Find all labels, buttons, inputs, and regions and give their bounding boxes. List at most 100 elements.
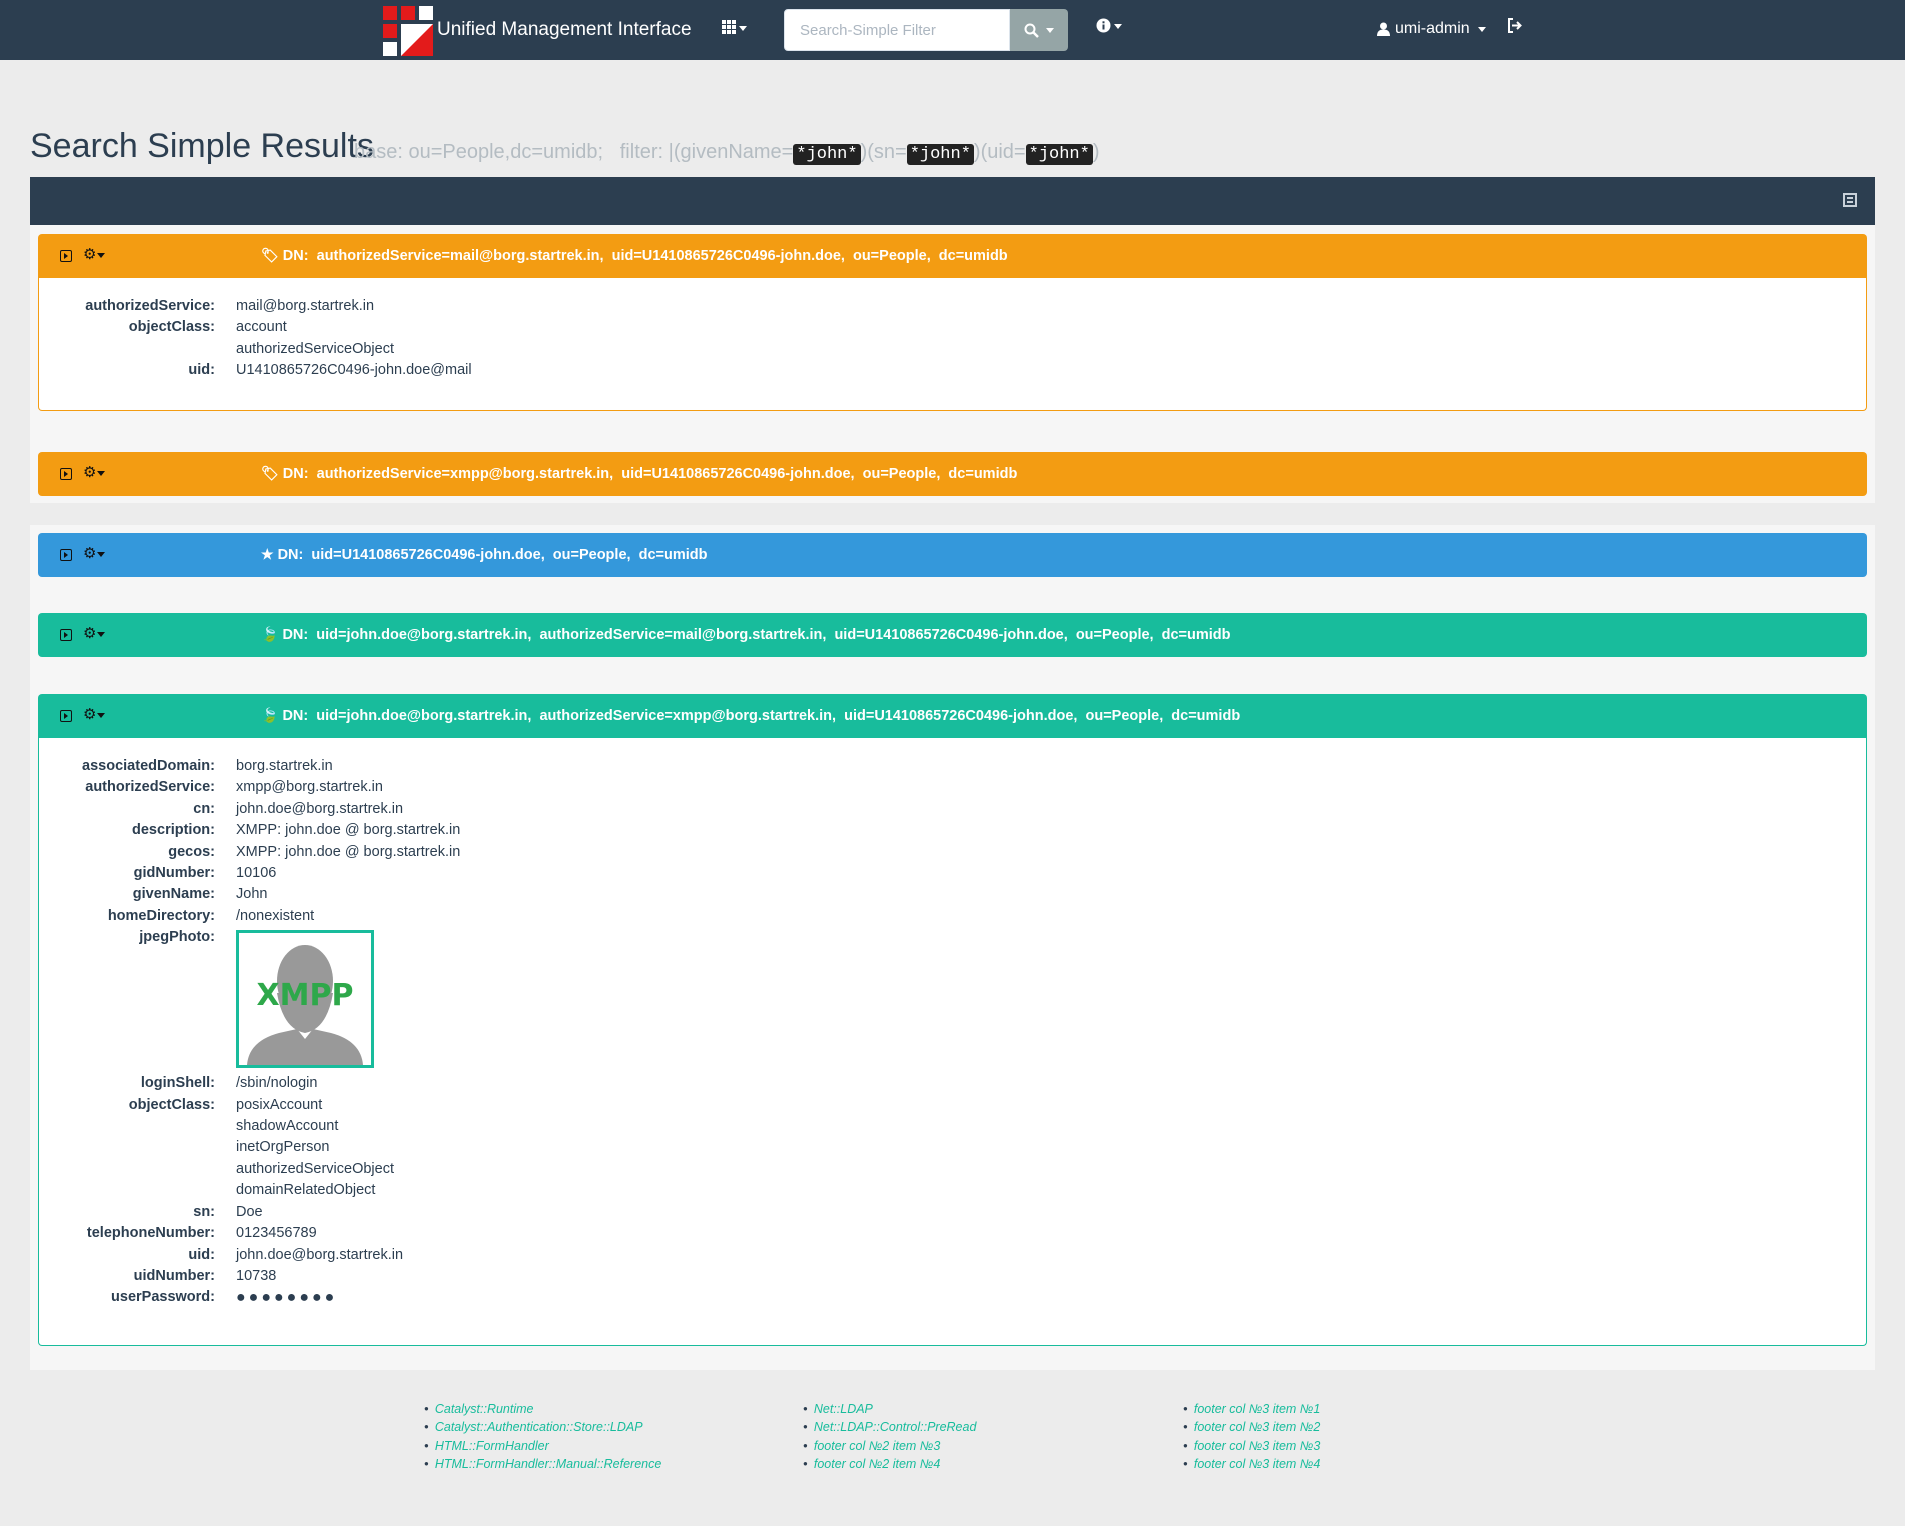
dn-label: DN: xyxy=(282,248,309,264)
dn-value: authorizedService=mail@borg.startrek.in,… xyxy=(316,248,1008,264)
attr-key: uid: xyxy=(188,362,215,379)
list-view-icon[interactable] xyxy=(1843,193,1857,207)
entry-wrapper: ⚙ 🍃 DN: uid=john.doe@borg.startrek.in, au… xyxy=(30,605,1875,685)
gear-icon[interactable]: ⚙ xyxy=(83,705,106,723)
attr-value: authorizedServiceObject xyxy=(236,340,394,357)
attr-value-photo: XMPP xyxy=(236,927,1866,1073)
magnifier-icon xyxy=(1024,23,1039,38)
page-title: Search Simple Results xyxy=(30,127,374,165)
collapse-toggle-icon[interactable] xyxy=(60,549,72,561)
search-input[interactable] xyxy=(784,9,1010,51)
footer-column: Net::LDAP Net::LDAP::Control::PreRead fo… xyxy=(803,1400,977,1474)
attr-key-spacer xyxy=(39,1159,215,1180)
footer-link[interactable]: Catalyst::Authentication::Store::LDAP xyxy=(424,1418,661,1436)
entry-header[interactable]: ⚙ 🍃 DN: uid=john.doe@borg.startrek.in, au… xyxy=(38,694,1867,738)
attr-value: XMPP: john.doe @ borg.startrek.in xyxy=(236,843,461,860)
tag-icon: 🏷 xyxy=(261,465,279,481)
footer-link[interactable]: Catalyst::Runtime xyxy=(424,1400,661,1418)
filter-term: *john* xyxy=(793,144,861,165)
entry-dn: 🏷 DN: authorizedService=mail@borg.startre… xyxy=(261,247,1008,264)
attr-key: uidNumber: xyxy=(133,1267,215,1284)
results-toolbar xyxy=(30,177,1875,225)
filter-term: *john* xyxy=(1025,144,1093,165)
attr-key-spacer xyxy=(39,339,215,360)
photo-overlay-text: XMPP xyxy=(257,978,354,1013)
attr-value: john.doe@borg.startrek.in xyxy=(236,800,404,817)
attr-key: cn: xyxy=(193,800,215,817)
attr-value: mail@borg.startrek.in xyxy=(236,298,375,314)
collapse-toggle-icon[interactable] xyxy=(60,250,72,262)
attr-value: shadowAccount xyxy=(236,1118,339,1135)
app-brand-title[interactable]: Unified Management Interface xyxy=(437,19,692,41)
collapse-toggle-icon[interactable] xyxy=(60,629,72,641)
entry-header[interactable]: ⚙ ★ DN: uid=U1410865726C0496-john.doe, ou… xyxy=(38,533,1867,577)
attr-key: authorizedService: xyxy=(85,779,215,796)
footer-link[interactable]: footer col №2 item №3 xyxy=(803,1437,976,1455)
sign-out-icon xyxy=(1508,18,1522,33)
password-mask[interactable]: ●●●●●●●● xyxy=(236,1287,1866,1308)
search-button[interactable] xyxy=(1010,9,1068,51)
attr-key: givenName: xyxy=(132,886,215,903)
logo-icon[interactable] xyxy=(382,5,434,57)
attr-key: gidNumber: xyxy=(133,865,215,882)
attr-value: 10738 xyxy=(236,1267,277,1284)
star-icon: ★ xyxy=(261,546,274,562)
avatar: XMPP xyxy=(247,945,363,1066)
footer-link[interactable]: Net::LDAP::Control::PreRead xyxy=(803,1418,977,1436)
entry-panel: ⚙ 🏷 DN: authorizedService=xmpp@borg.start… xyxy=(38,452,1867,496)
logout-button[interactable] xyxy=(1507,18,1523,38)
footer-link[interactable]: footer col №3 item №1 xyxy=(1183,1400,1320,1418)
gear-icon[interactable]: ⚙ xyxy=(83,463,106,481)
entry-header[interactable]: ⚙ 🍃 DN: uid=john.doe@borg.startrek.in, au… xyxy=(38,613,1867,657)
dn-value: uid=U1410865726C0496-john.doe, ou=People… xyxy=(311,547,708,563)
filter-close: ) xyxy=(1092,141,1100,163)
info-menu-button[interactable] xyxy=(1096,18,1122,36)
chevron-down-icon xyxy=(1477,26,1486,32)
attr-value: XMPP: john.doe @ borg.startrek.in xyxy=(236,822,461,839)
attr-value: account xyxy=(236,319,287,336)
entry-panel: ⚙ 🏷 DN: authorizedService=mail@borg.start… xyxy=(38,234,1867,411)
tag-icon: 🏷 xyxy=(261,247,279,263)
gear-icon[interactable]: ⚙ xyxy=(83,245,106,263)
entry-header[interactable]: ⚙ 🏷 DN: authorizedService=xmpp@borg.start… xyxy=(38,452,1867,496)
chevron-down-icon xyxy=(1046,27,1054,33)
footer-column: footer col №3 item №1 footer col №3 item… xyxy=(1183,1400,1320,1474)
footer-link[interactable]: HTML::FormHandler::Manual::Reference xyxy=(424,1455,661,1473)
attr-key: sn: xyxy=(193,1203,215,1220)
footer-link[interactable]: footer col №3 item №2 xyxy=(1183,1418,1320,1436)
filter-prefix: filter: |(givenName= xyxy=(619,141,794,163)
info-circle-icon xyxy=(1096,18,1111,33)
attr-value: 0123456789 xyxy=(236,1225,317,1242)
jpeg-photo-thumbnail[interactable]: XMPP xyxy=(236,930,374,1069)
entry-panel: ⚙ 🍃 DN: uid=john.doe@borg.startrek.in, au… xyxy=(38,613,1867,657)
leaf-icon: 🍃 xyxy=(261,707,279,723)
attr-value: U1410865726C0496-john.doe@mail xyxy=(236,362,472,379)
attr-value: 10106 xyxy=(236,865,277,882)
apps-menu-button[interactable] xyxy=(722,18,747,38)
footer-link[interactable]: footer col №3 item №3 xyxy=(1183,1437,1320,1455)
chevron-down-icon xyxy=(1114,24,1122,30)
attr-value: /nonexistent xyxy=(236,907,315,924)
footer-column: Catalyst::Runtime Catalyst::Authenticati… xyxy=(424,1400,661,1474)
attr-value: authorizedServiceObject xyxy=(236,1160,394,1177)
collapse-toggle-icon[interactable] xyxy=(60,468,72,480)
leaf-icon: 🍃 xyxy=(261,626,279,642)
user-name: umi-admin xyxy=(1395,20,1470,37)
collapse-toggle-icon[interactable] xyxy=(60,710,72,722)
dn-value: uid=john.doe@borg.startrek.in, authorize… xyxy=(316,627,1231,643)
gear-icon[interactable]: ⚙ xyxy=(83,624,106,642)
top-navbar: Unified Management Interface umi-admin xyxy=(0,0,1905,60)
attr-key: telephoneNumber: xyxy=(86,1225,215,1242)
footer-link[interactable]: footer col №2 item №4 xyxy=(803,1455,976,1473)
footer-link[interactable]: Net::LDAP xyxy=(803,1400,976,1418)
base-label: base: ou=People,dc=umidb; xyxy=(354,141,604,163)
attr-key: loginShell: xyxy=(140,1075,215,1092)
entry-header[interactable]: ⚙ 🏷 DN: authorizedService=mail@borg.start… xyxy=(38,234,1867,278)
footer-link[interactable]: footer col №3 item №4 xyxy=(1183,1455,1320,1473)
attr-key: jpegPhoto: xyxy=(139,929,215,946)
footer-link[interactable]: HTML::FormHandler xyxy=(424,1437,661,1455)
dn-label: DN: xyxy=(277,547,304,563)
gear-icon[interactable]: ⚙ xyxy=(83,544,106,562)
attr-value: inetOrgPerson xyxy=(236,1139,330,1156)
user-menu-button[interactable]: umi-admin xyxy=(1377,20,1486,38)
